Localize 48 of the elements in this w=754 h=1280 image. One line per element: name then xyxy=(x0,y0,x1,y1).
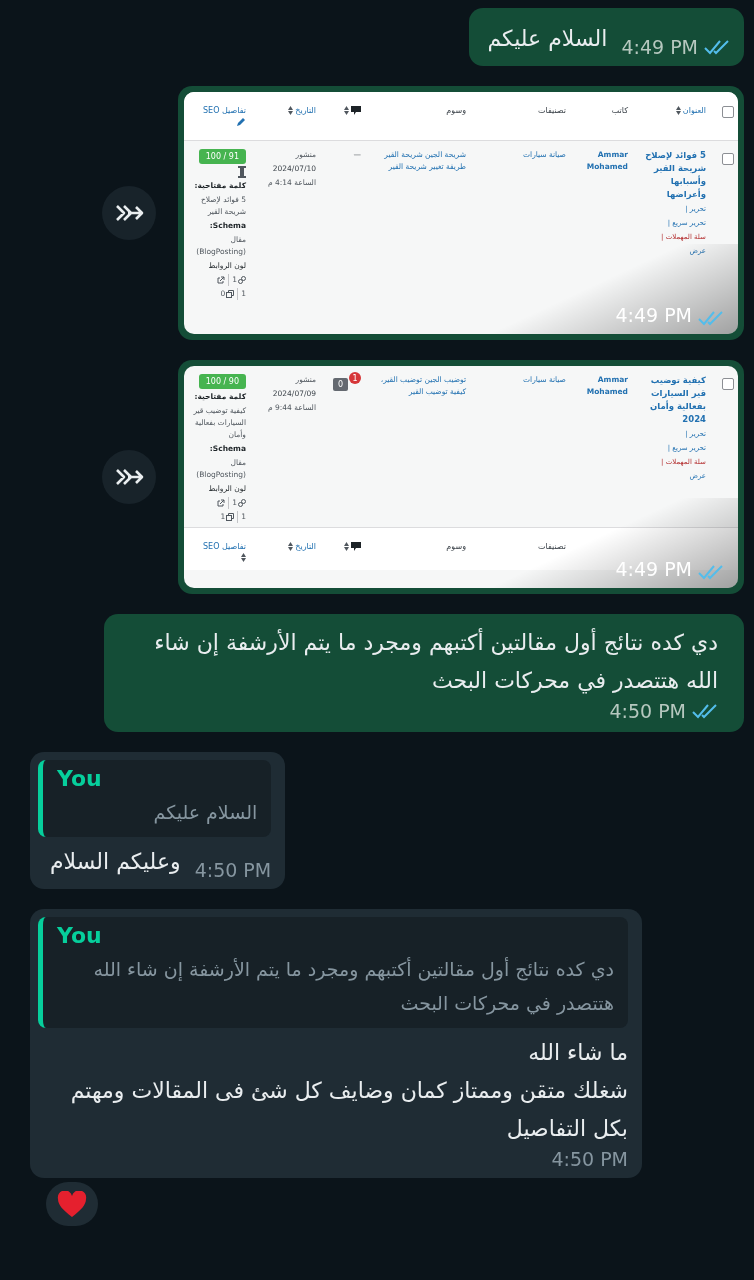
column-header: تصنيفات xyxy=(538,106,566,115)
pending-badge: 1 xyxy=(349,372,361,384)
link-icon xyxy=(238,499,246,507)
column-header[interactable]: التاريخ xyxy=(295,106,316,115)
message-text: دي كده نتائج أول مقالتين أكتبهم ومجرد ما يتم الأرشفة إن شاء الله هتتصدر في محركات البحث xyxy=(153,627,718,696)
external-link-icon xyxy=(217,276,226,284)
checkbox[interactable] xyxy=(722,106,734,118)
pages-icon xyxy=(226,513,235,521)
sort-icon[interactable] xyxy=(241,553,246,562)
quote-author: You xyxy=(57,766,103,791)
column-header: تفاصيل SEO xyxy=(203,106,246,115)
message-time: 4:50 PM xyxy=(194,859,272,881)
column-header[interactable]: العنوان xyxy=(682,106,706,115)
post-title-link[interactable]: 5 فوائد لإصلاح شريحة القير وأسبابها وأعراضها xyxy=(636,149,706,201)
column-header: وسوم xyxy=(446,542,466,551)
pencil-icon[interactable] xyxy=(236,117,246,127)
post-title-link[interactable]: كيفية توضيب قير السيارات بفعالية وأمان 2024 xyxy=(636,374,706,426)
sort-icon[interactable] xyxy=(288,106,294,115)
message-time: 4:49 PM xyxy=(621,36,698,58)
checkbox[interactable] xyxy=(722,153,734,165)
external-link-icon xyxy=(217,499,226,507)
sort-icon[interactable] xyxy=(344,542,349,551)
column-header: كاتب xyxy=(611,106,628,115)
comment-icon xyxy=(351,542,361,551)
quote-text: دي كده نتائج أول مقالتين أكتبهم ومجرد ما يتم الأرشفة إن شاء الله هتتصدر في محركات البحث xyxy=(92,956,614,1017)
quote-text: السلام عليكم xyxy=(152,800,258,826)
sort-icon[interactable] xyxy=(344,106,349,115)
sort-icon[interactable] xyxy=(675,106,681,115)
column-header[interactable]: التاريخ xyxy=(295,542,316,551)
comment-icon xyxy=(351,106,361,115)
sort-icon[interactable] xyxy=(288,542,294,551)
message-text: السلام عليكم xyxy=(487,25,608,54)
column-header: وسوم xyxy=(446,106,466,115)
comment-count-bubble[interactable]: 0 xyxy=(332,378,348,391)
seo-score-badge: 100 / 90 xyxy=(198,374,246,389)
message-text: وعليكم السلام xyxy=(50,848,181,877)
column-header: تصنيفات xyxy=(538,542,566,551)
checkbox[interactable] xyxy=(722,378,734,390)
message-time: 4:50 PM xyxy=(551,1148,628,1170)
pages-icon xyxy=(226,290,235,298)
column-header[interactable]: تفاصيل SEO xyxy=(203,542,246,551)
link-icon xyxy=(238,276,246,284)
seo-score-badge: 100 / 91 xyxy=(198,149,246,164)
reaction-badge[interactable] xyxy=(46,1182,98,1226)
message-time: 4:50 PM xyxy=(609,700,686,722)
heart-icon xyxy=(57,1190,87,1218)
quote-author: You xyxy=(57,923,103,948)
message-text: ما شاء الله شغلك متقن وممتاز كمان وضايف كل شئ فى المقالات ومهتم بكل التفاصيل xyxy=(69,1039,628,1143)
